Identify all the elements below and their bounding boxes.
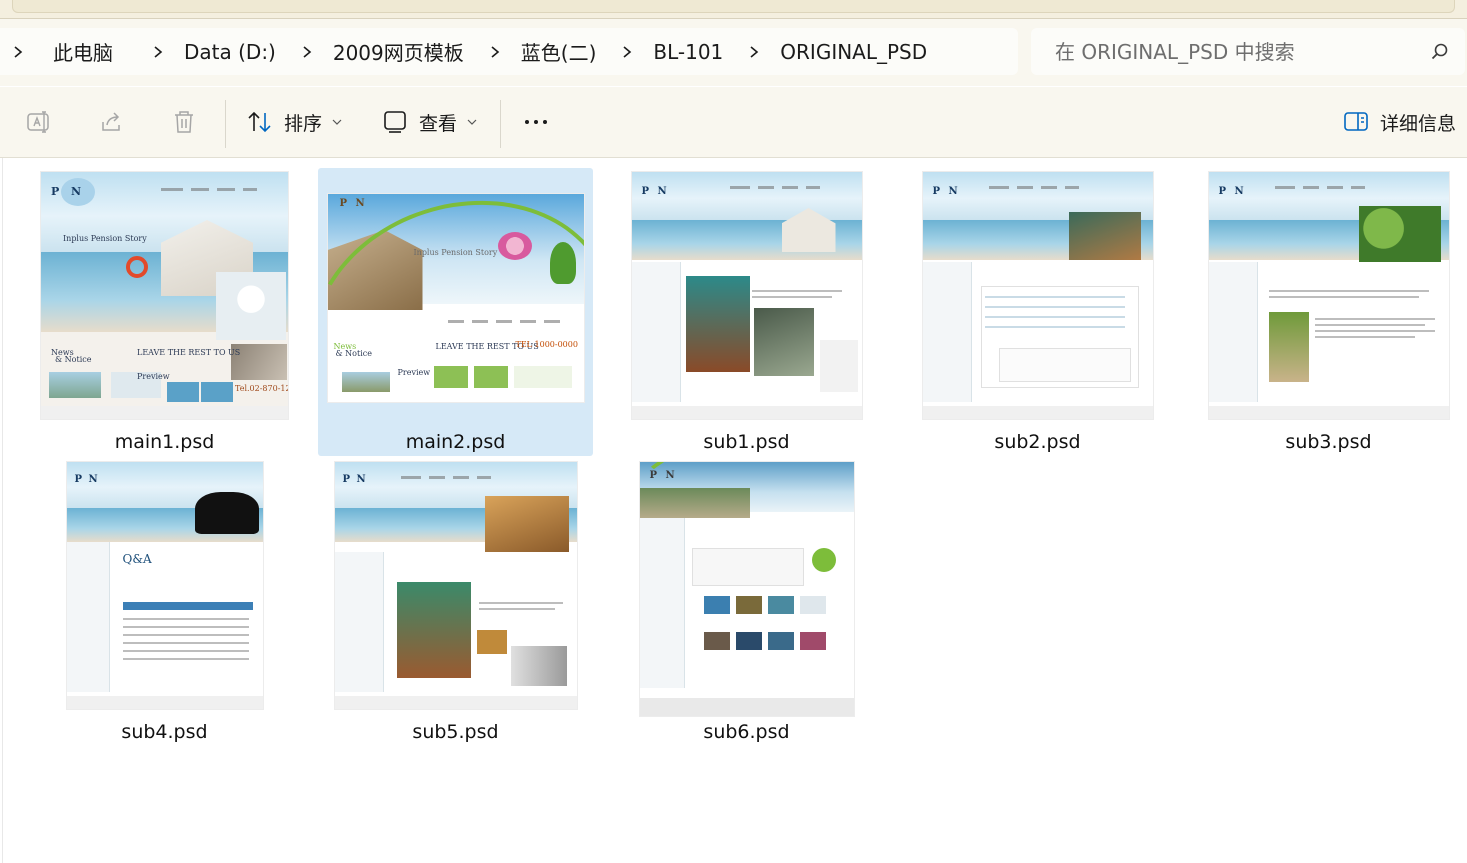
chevron-right-icon[interactable] xyxy=(486,43,504,61)
search-input[interactable] xyxy=(1053,38,1417,65)
notice-text: & Notice xyxy=(55,355,92,364)
sort-icon xyxy=(248,111,271,133)
file-item-sub6[interactable]: P N sub6.psd xyxy=(609,458,884,746)
thumbnail: P N Inplus Pension Story News & Notice L… xyxy=(41,172,288,419)
brand-n-text: N xyxy=(88,474,98,485)
brand-p-text: P xyxy=(74,474,83,485)
thumbnail: P N xyxy=(631,172,862,419)
rename-icon xyxy=(27,111,49,133)
brand-n-text: N xyxy=(657,186,667,197)
breadcrumb-this-pc[interactable]: 此电脑 xyxy=(53,37,113,66)
chevron-right-icon[interactable] xyxy=(149,43,167,61)
share-button[interactable] xyxy=(98,104,126,140)
brand-p-text: P xyxy=(932,186,941,197)
details-pane-button[interactable]: 详细信息 xyxy=(1342,104,1456,140)
preview-text: Preview xyxy=(397,368,431,377)
breadcrumb-blue-folder[interactable]: 蓝色(二) xyxy=(521,37,597,66)
file-name[interactable]: sub5.psd xyxy=(318,721,593,743)
trash-icon xyxy=(175,111,193,133)
brand-p-text: P xyxy=(51,185,60,198)
file-name[interactable]: main2.psd xyxy=(318,431,593,453)
file-item-main1[interactable]: P N Inplus Pension Story News & Notice L… xyxy=(27,168,302,456)
chevron-right-icon[interactable] xyxy=(618,43,636,61)
breadcrumb-bl101-folder[interactable]: BL-101 xyxy=(653,40,723,64)
command-bar: 排序 查看 详细信息 xyxy=(0,87,1467,158)
file-item-sub5[interactable]: P N sub5.psd xyxy=(318,458,593,746)
address-area: 此电脑 Data (D:) 2009网页模板 蓝色(二) BL-101 ORIG… xyxy=(0,19,1467,86)
search-box[interactable] xyxy=(1031,28,1465,75)
brand-n-text: N xyxy=(71,185,82,198)
brand-p-text: P xyxy=(641,186,650,197)
breadcrumb-data-drive[interactable]: Data (D:) xyxy=(184,40,276,64)
chevron-right-icon[interactable] xyxy=(9,43,27,61)
thumbnail: P N Q&A xyxy=(66,462,263,709)
file-item-sub3[interactable]: P N sub3.psd xyxy=(1191,168,1466,456)
brand-n-text: N xyxy=(356,474,366,485)
file-name[interactable]: sub4.psd xyxy=(27,721,302,743)
window-title-strip xyxy=(0,0,1467,19)
story-text: Inplus Pension Story xyxy=(413,248,498,257)
file-item-main2[interactable]: P N Inplus Pension Story News & Notice L… xyxy=(318,168,593,456)
details-label: 详细信息 xyxy=(1380,112,1457,135)
file-list-area[interactable]: P N Inplus Pension Story News & Notice L… xyxy=(0,158,1467,863)
chevron-down-icon xyxy=(467,119,477,125)
story-text: Inplus Pension Story xyxy=(63,234,147,243)
share-icon xyxy=(102,112,120,131)
file-name[interactable]: sub2.psd xyxy=(900,431,1175,453)
tel-text: TEL 1000-0000 xyxy=(515,340,578,349)
pane-divider xyxy=(2,158,3,863)
preview-text: Preview xyxy=(137,372,170,381)
brand-n-text: N xyxy=(355,198,365,209)
delete-button[interactable] xyxy=(170,104,198,140)
view-icon xyxy=(384,111,406,133)
thumbnail: P N xyxy=(1208,172,1449,419)
brand-p-text: P xyxy=(339,198,348,209)
thumbnail: P N Inplus Pension Story News & Notice L… xyxy=(327,194,584,402)
toolbar-divider xyxy=(225,100,226,148)
file-name[interactable]: sub3.psd xyxy=(1191,431,1466,453)
brand-n-text: N xyxy=(1234,186,1244,197)
notice-text: & Notice xyxy=(335,349,372,358)
file-item-sub4[interactable]: P N Q&A sub4.psd xyxy=(27,458,302,746)
more-icon xyxy=(525,120,547,124)
file-item-sub1[interactable]: P N sub1.psd xyxy=(609,168,884,456)
search-icon[interactable] xyxy=(1430,42,1449,61)
rename-button[interactable] xyxy=(25,104,53,140)
file-name[interactable]: sub1.psd xyxy=(609,431,884,453)
chevron-right-icon[interactable] xyxy=(745,43,763,61)
brand-p-text: P xyxy=(342,474,351,485)
thumbnail: P N xyxy=(334,462,577,709)
tel-text: Tel.02-870-1234 xyxy=(235,384,288,393)
brand-n-text: N xyxy=(948,186,958,197)
file-item-sub2[interactable]: P N sub2.psd xyxy=(900,168,1175,456)
toolbar-divider xyxy=(500,100,501,148)
breadcrumb-original-psd[interactable]: ORIGINAL_PSD xyxy=(780,40,927,64)
view-label: 查看 xyxy=(419,112,458,135)
sort-label: 排序 xyxy=(284,112,323,135)
leave-text: LEAVE THE REST TO US xyxy=(137,348,241,357)
thumbnail: P N xyxy=(922,172,1153,419)
breadcrumb[interactable]: 此电脑 Data (D:) 2009网页模板 蓝色(二) BL-101 ORIG… xyxy=(0,28,1018,75)
view-button[interactable]: 查看 xyxy=(381,104,477,140)
details-pane-icon xyxy=(1344,112,1368,131)
breadcrumb-template-folder[interactable]: 2009网页模板 xyxy=(333,37,464,66)
chevron-right-icon[interactable] xyxy=(298,43,316,61)
thumbnail: P N xyxy=(639,462,854,716)
file-name[interactable]: main1.psd xyxy=(27,431,302,453)
chevron-down-icon xyxy=(332,119,342,125)
brand-p-text: P xyxy=(1218,186,1227,197)
sort-button[interactable]: 排序 xyxy=(246,104,342,140)
title-strip-inner xyxy=(12,0,1455,13)
file-name[interactable]: sub6.psd xyxy=(609,721,884,743)
qa-text: Q&A xyxy=(122,552,152,566)
more-options-button[interactable] xyxy=(522,104,550,140)
